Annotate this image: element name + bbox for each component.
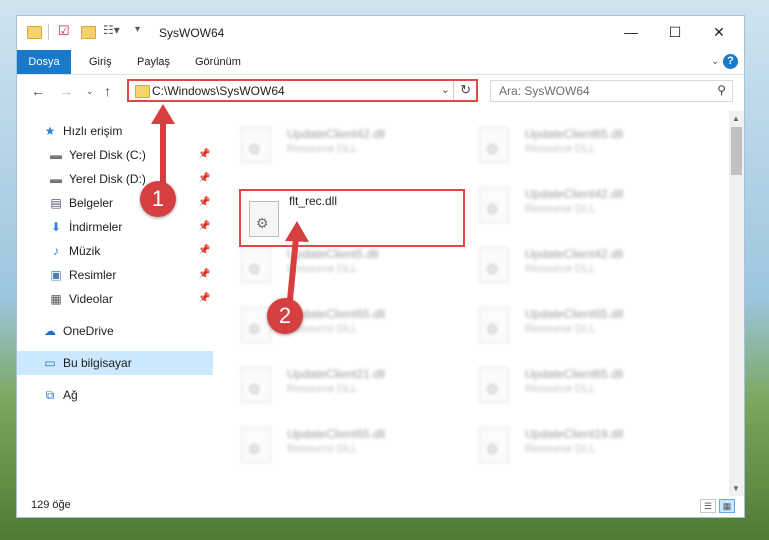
annotation-arrows	[151, 104, 309, 301]
arrow-1	[151, 104, 175, 185]
step-1-badge: 1	[140, 181, 176, 217]
arrow-2	[285, 221, 309, 301]
step-2-badge: 2	[267, 298, 303, 334]
